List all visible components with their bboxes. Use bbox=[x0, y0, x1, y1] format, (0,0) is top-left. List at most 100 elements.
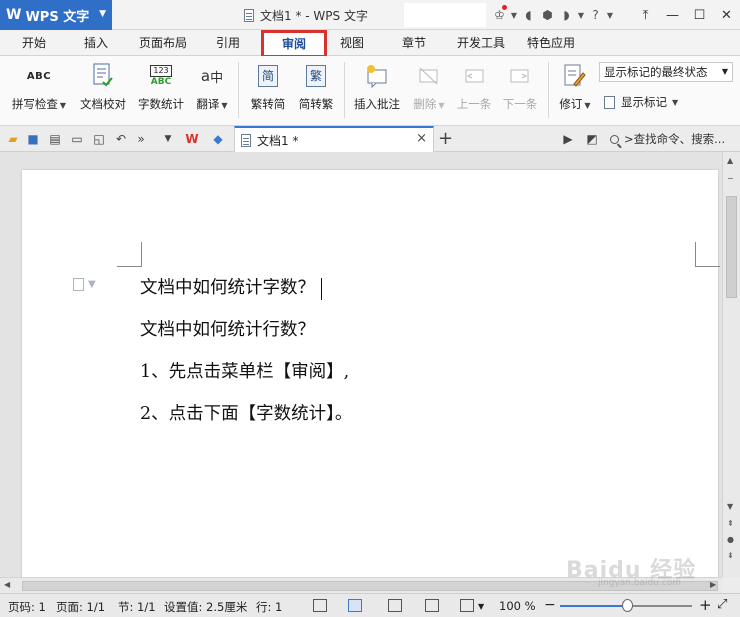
new-tab-plus-icon[interactable]: + bbox=[438, 128, 453, 149]
text-line[interactable]: 文档中如何统计行数？ bbox=[140, 316, 315, 341]
play-icon[interactable]: ▶ bbox=[560, 131, 576, 147]
eye-protect-icon[interactable] bbox=[460, 599, 474, 612]
zoom-in-button[interactable]: + bbox=[699, 596, 712, 614]
send-icon[interactable]: ◖ bbox=[519, 0, 538, 30]
tab-home[interactable]: 开始 bbox=[10, 30, 58, 56]
wps-logo-icon[interactable]: W bbox=[184, 131, 200, 147]
fullscreen-icon[interactable] bbox=[313, 599, 327, 612]
text-cursor bbox=[321, 277, 322, 300]
cube-icon[interactable]: ◆ bbox=[210, 131, 226, 147]
chevron-down-icon: ▼ bbox=[88, 279, 96, 290]
command-search-input[interactable]: >查找命令、搜索... bbox=[610, 130, 740, 148]
minus-icon[interactable]: − bbox=[727, 174, 734, 183]
select-browse-icon[interactable]: ● bbox=[727, 535, 734, 544]
vertical-scroll-thumb[interactable] bbox=[726, 196, 737, 298]
tab-special[interactable]: 特色应用 bbox=[520, 30, 582, 56]
spell-check-button[interactable]: ABC 拼写检查 ▼ bbox=[8, 62, 70, 120]
chevron-down-icon[interactable]: ▼ bbox=[160, 131, 176, 147]
chevron-down-icon[interactable]: ▼ bbox=[509, 0, 519, 30]
chevron-down-icon: ▼ bbox=[59, 101, 67, 110]
word-count-button[interactable]: 123 ABC 字数统计 bbox=[134, 62, 188, 120]
help-icon[interactable]: ? bbox=[586, 0, 605, 30]
zoom-level[interactable]: 100 % bbox=[499, 599, 536, 613]
proofread-icon bbox=[89, 62, 117, 90]
flag-icon[interactable]: ◩ bbox=[584, 131, 600, 147]
open-folder-icon[interactable]: ▰ bbox=[5, 131, 21, 147]
fit-window-icon[interactable]: ⤢ bbox=[717, 597, 727, 612]
share-icon[interactable]: ◗ bbox=[557, 0, 576, 30]
status-setting: 设置值: 2.5厘米 bbox=[164, 600, 248, 614]
export-pdf-icon[interactable]: ▤ bbox=[47, 131, 63, 147]
text-line[interactable]: 2、点击下面【字数统计】。 bbox=[140, 400, 352, 425]
hexagon-icon[interactable]: ⬢ bbox=[538, 0, 557, 30]
close-icon[interactable]: × bbox=[416, 131, 427, 146]
paragraph-layout-icon[interactable]: ▼ bbox=[73, 278, 96, 291]
prev-comment-icon bbox=[460, 62, 488, 90]
trad-to-simp-button[interactable]: 简 繁转简 bbox=[246, 62, 290, 120]
scroll-left-icon[interactable]: ◀ bbox=[4, 580, 10, 589]
translate-button[interactable]: a中 翻译 ▼ bbox=[192, 62, 232, 120]
next-page-icon[interactable]: ⇟ bbox=[727, 551, 734, 560]
chevron-down-icon[interactable]: ▼ bbox=[576, 0, 586, 30]
proofread-button[interactable]: 文档校对 bbox=[76, 62, 130, 120]
close-button[interactable]: ✕ bbox=[713, 0, 740, 30]
tab-document[interactable]: 文档1 * × bbox=[234, 126, 434, 152]
doc-tab-title: 文档1 * bbox=[257, 133, 299, 148]
tab-chapter[interactable]: 章节 bbox=[390, 30, 438, 56]
chevron-down-icon: ▼ bbox=[99, 9, 106, 19]
insert-comment-icon bbox=[363, 62, 391, 90]
tab-review[interactable]: 审阅 bbox=[261, 30, 327, 58]
tab-page-layout[interactable]: 页面布局 bbox=[132, 30, 194, 56]
chevron-down-icon: ▼ bbox=[672, 97, 679, 107]
scroll-right-icon[interactable]: ▶ bbox=[710, 580, 716, 589]
app-menu-button[interactable]: W WPS 文字 ▼ bbox=[0, 0, 112, 30]
zoom-slider-fill bbox=[560, 605, 622, 607]
chevron-down-icon: ▼ bbox=[221, 101, 228, 110]
tab-references[interactable]: 引用 bbox=[204, 30, 252, 56]
status-section: 节: 1/1 bbox=[118, 600, 156, 614]
tab-view[interactable]: 视图 bbox=[328, 30, 376, 56]
print-icon[interactable]: ▭ bbox=[69, 131, 85, 147]
more-icon[interactable]: » bbox=[133, 131, 149, 147]
simp-to-trad-button[interactable]: 繁 简转繁 bbox=[294, 62, 338, 120]
tab-developer[interactable]: 开发工具 bbox=[450, 30, 512, 56]
show-markup-label: 显示标记 bbox=[621, 95, 667, 109]
outline-view-icon[interactable] bbox=[388, 599, 402, 612]
status-page[interactable]: 页码: 1 bbox=[8, 599, 46, 615]
text-line[interactable]: 1、先点击菜单栏【审阅】, bbox=[140, 358, 349, 383]
document-page[interactable]: ▼ 文档中如何统计字数？ 文档中如何统计行数？ 1、先点击菜单栏【审阅】, 2、… bbox=[22, 170, 720, 590]
page-view-icon[interactable] bbox=[348, 599, 362, 612]
chevron-down-icon[interactable]: ▼ bbox=[605, 0, 615, 30]
scroll-down-icon[interactable]: ▼ bbox=[727, 502, 733, 511]
vertical-scrollbar[interactable]: ▲ − ▼ ⇞ ● ⇟ bbox=[722, 152, 740, 577]
trad-to-simp-icon: 简 bbox=[254, 62, 282, 90]
track-changes-button[interactable]: 修订 ▼ bbox=[554, 62, 596, 120]
next-comment-icon bbox=[506, 62, 534, 90]
undo-icon[interactable]: ↶ bbox=[113, 131, 129, 147]
markup-state-value: 显示标记的最终状态 bbox=[604, 65, 708, 79]
margin-marker-top-right bbox=[695, 242, 720, 267]
print-preview-icon[interactable]: ◱ bbox=[91, 131, 107, 147]
prev-page-icon[interactable]: ⇞ bbox=[727, 519, 734, 528]
tab-insert[interactable]: 插入 bbox=[72, 30, 120, 56]
restore-window-icon[interactable]: ⤒ bbox=[632, 0, 659, 30]
text-line[interactable]: 文档中如何统计字数？ bbox=[140, 274, 322, 300]
simp-to-trad-label: 简转繁 bbox=[298, 97, 334, 111]
proofread-label: 文档校对 bbox=[80, 97, 126, 111]
skin-icon[interactable]: ♔ bbox=[490, 0, 509, 30]
zoom-out-button[interactable]: − bbox=[544, 597, 556, 613]
save-icon[interactable]: ■ bbox=[25, 131, 41, 147]
show-markup-button[interactable]: 显示标记 ▼ bbox=[604, 94, 678, 110]
translate-label: 翻译 bbox=[196, 97, 220, 111]
simp-to-trad-icon: 繁 bbox=[302, 62, 330, 90]
markup-state-select[interactable]: 显示标记的最终状态 ▼ bbox=[599, 62, 733, 82]
maximize-button[interactable]: ☐ bbox=[686, 0, 713, 30]
zoom-slider-knob[interactable] bbox=[622, 599, 633, 612]
chevron-down-icon[interactable]: ▼ bbox=[478, 602, 484, 611]
minimize-button[interactable]: — bbox=[659, 0, 686, 30]
scroll-up-icon[interactable]: ▲ bbox=[727, 156, 733, 165]
web-view-icon[interactable] bbox=[425, 599, 439, 612]
search-placeholder: >查找命令、搜索... bbox=[624, 132, 726, 146]
chevron-down-icon: ▼ bbox=[438, 101, 445, 110]
insert-comment-button[interactable]: 插入批注 bbox=[350, 62, 404, 120]
